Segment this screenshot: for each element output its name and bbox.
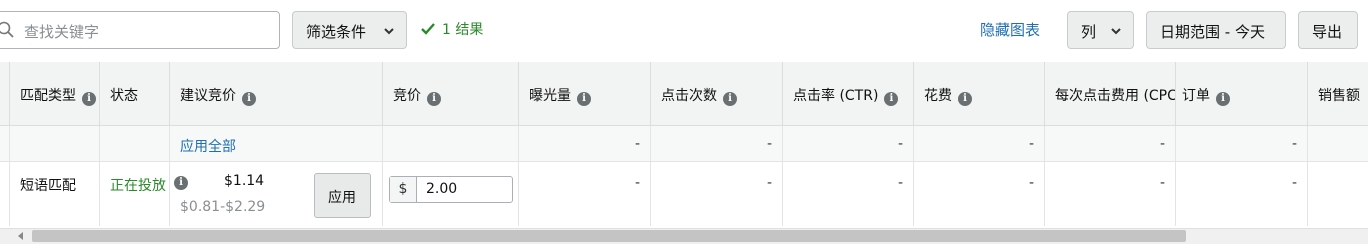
- row-cpc: -: [1045, 162, 1176, 226]
- search-placeholder: 查找关键字: [24, 23, 100, 41]
- summary-cell: [10, 126, 100, 162]
- header-status-label: 状态: [110, 88, 138, 104]
- ctr-value: -: [897, 175, 903, 191]
- header-suggested-bid[interactable]: 建议竞价 i: [170, 62, 383, 126]
- row-checkbox-cell: [0, 162, 10, 226]
- cpc-value: -: [1159, 175, 1165, 191]
- row-orders: -: [1176, 162, 1308, 226]
- header-cpc[interactable]: 每次点击费用 (CPC): [1045, 62, 1176, 126]
- header-spend-label: 花费: [924, 88, 952, 104]
- bid-input[interactable]: $ 2.00: [389, 176, 513, 203]
- info-icon[interactable]: i: [577, 92, 591, 106]
- summary-cell: [1308, 126, 1368, 162]
- summary-cell: [100, 126, 170, 162]
- header-suggested-bid-label: 建议竞价: [180, 88, 236, 104]
- row-status: 正在投放: [100, 162, 170, 226]
- chevron-down-icon: [384, 28, 394, 35]
- check-icon: [421, 23, 435, 35]
- header-cpc-label: 每次点击费用 (CPC): [1055, 88, 1176, 104]
- impressions-value: -: [634, 175, 640, 191]
- chevron-down-icon: [1111, 28, 1121, 35]
- date-range-button[interactable]: 日期范围 - 今天: [1146, 11, 1286, 49]
- header-bid[interactable]: 竞价 i: [383, 62, 519, 126]
- currency-symbol: $: [390, 177, 417, 202]
- columns-button[interactable]: 列: [1067, 11, 1134, 49]
- info-icon[interactable]: i: [884, 92, 899, 106]
- header-impressions[interactable]: 曝光量 i: [519, 62, 651, 126]
- row-impressions: -: [519, 162, 651, 226]
- result-count: 1 结果: [420, 19, 483, 39]
- hide-chart-link[interactable]: 隐藏图表: [980, 19, 1040, 40]
- suggested-bid-value: $1.14: [224, 173, 265, 189]
- summary-impressions: -: [519, 126, 651, 162]
- info-icon[interactable]: i: [174, 176, 188, 190]
- summary-cell: [383, 126, 519, 162]
- info-icon[interactable]: i: [723, 92, 737, 106]
- status-badge: 正在投放: [110, 178, 166, 194]
- header-sales-label: 销售额: [1318, 88, 1360, 104]
- suggested-bid-range: $0.81-$2.29: [180, 199, 266, 215]
- header-spend[interactable]: 花费 i: [914, 62, 1045, 126]
- header-ctr-label: 点击率 (CTR): [793, 88, 879, 104]
- scrollbar-thumb[interactable]: [32, 230, 1186, 242]
- header-checkbox-column: [0, 62, 10, 126]
- scroll-left-icon[interactable]: [16, 231, 26, 241]
- header-orders[interactable]: 订单 i: [1176, 62, 1308, 126]
- header-clicks-label: 点击次数: [661, 88, 717, 104]
- bid-value: 2.00: [426, 181, 458, 197]
- summary-spend: -: [914, 126, 1045, 162]
- info-icon[interactable]: i: [958, 92, 972, 106]
- search-icon: [0, 21, 14, 38]
- summary-orders: -: [1176, 126, 1308, 162]
- spend-value: -: [1028, 175, 1034, 191]
- summary-spend-value: -: [1028, 136, 1034, 152]
- header-match-type[interactable]: 匹配类型 i: [10, 62, 100, 126]
- filter-button[interactable]: 筛选条件: [292, 11, 407, 49]
- result-count-text: 1 结果: [442, 22, 484, 38]
- apply-button-label: 应用: [328, 190, 356, 206]
- header-impressions-label: 曝光量: [529, 88, 571, 104]
- apply-all-link[interactable]: 应用全部: [180, 136, 236, 156]
- summary-cpc: -: [1045, 126, 1176, 162]
- summary-cpc-value: -: [1159, 136, 1165, 152]
- info-icon[interactable]: i: [427, 92, 441, 106]
- summary-impressions-value: -: [634, 136, 640, 152]
- header-status[interactable]: 状态: [100, 62, 170, 126]
- summary-ctr: -: [783, 126, 914, 162]
- info-icon[interactable]: i: [82, 92, 96, 106]
- export-label: 导出: [1312, 23, 1343, 41]
- header-ctr[interactable]: 点击率 (CTR) i: [783, 62, 914, 126]
- clicks-value: -: [766, 175, 772, 191]
- row-spend: -: [914, 162, 1045, 226]
- row-match-type: 短语匹配: [10, 162, 100, 226]
- summary-ctr-value: -: [897, 136, 903, 152]
- header-match-type-label: 匹配类型: [20, 88, 76, 104]
- filter-label: 筛选条件: [306, 23, 367, 41]
- summary-cell: [0, 126, 10, 162]
- export-button[interactable]: 导出: [1298, 11, 1358, 49]
- header-orders-label: 订单: [1182, 88, 1210, 104]
- header-sales[interactable]: 销售额: [1308, 62, 1368, 126]
- columns-label: 列: [1081, 23, 1097, 41]
- info-icon[interactable]: i: [242, 92, 256, 106]
- orders-value: -: [1291, 175, 1297, 191]
- summary-clicks: -: [651, 126, 783, 162]
- summary-orders-value: -: [1291, 136, 1297, 152]
- apply-button[interactable]: 应用: [314, 173, 371, 218]
- header-bid-label: 竞价: [393, 88, 421, 104]
- info-icon[interactable]: i: [1216, 92, 1230, 106]
- row-ctr: -: [783, 162, 914, 226]
- match-type-value: 短语匹配: [20, 178, 76, 194]
- header-clicks[interactable]: 点击次数 i: [651, 62, 783, 126]
- row-clicks: -: [651, 162, 783, 226]
- date-range-label: 日期范围 - 今天: [1160, 23, 1265, 41]
- summary-clicks-value: -: [766, 136, 772, 152]
- search-input[interactable]: 查找关键字: [0, 11, 280, 49]
- row-sales: [1308, 162, 1368, 226]
